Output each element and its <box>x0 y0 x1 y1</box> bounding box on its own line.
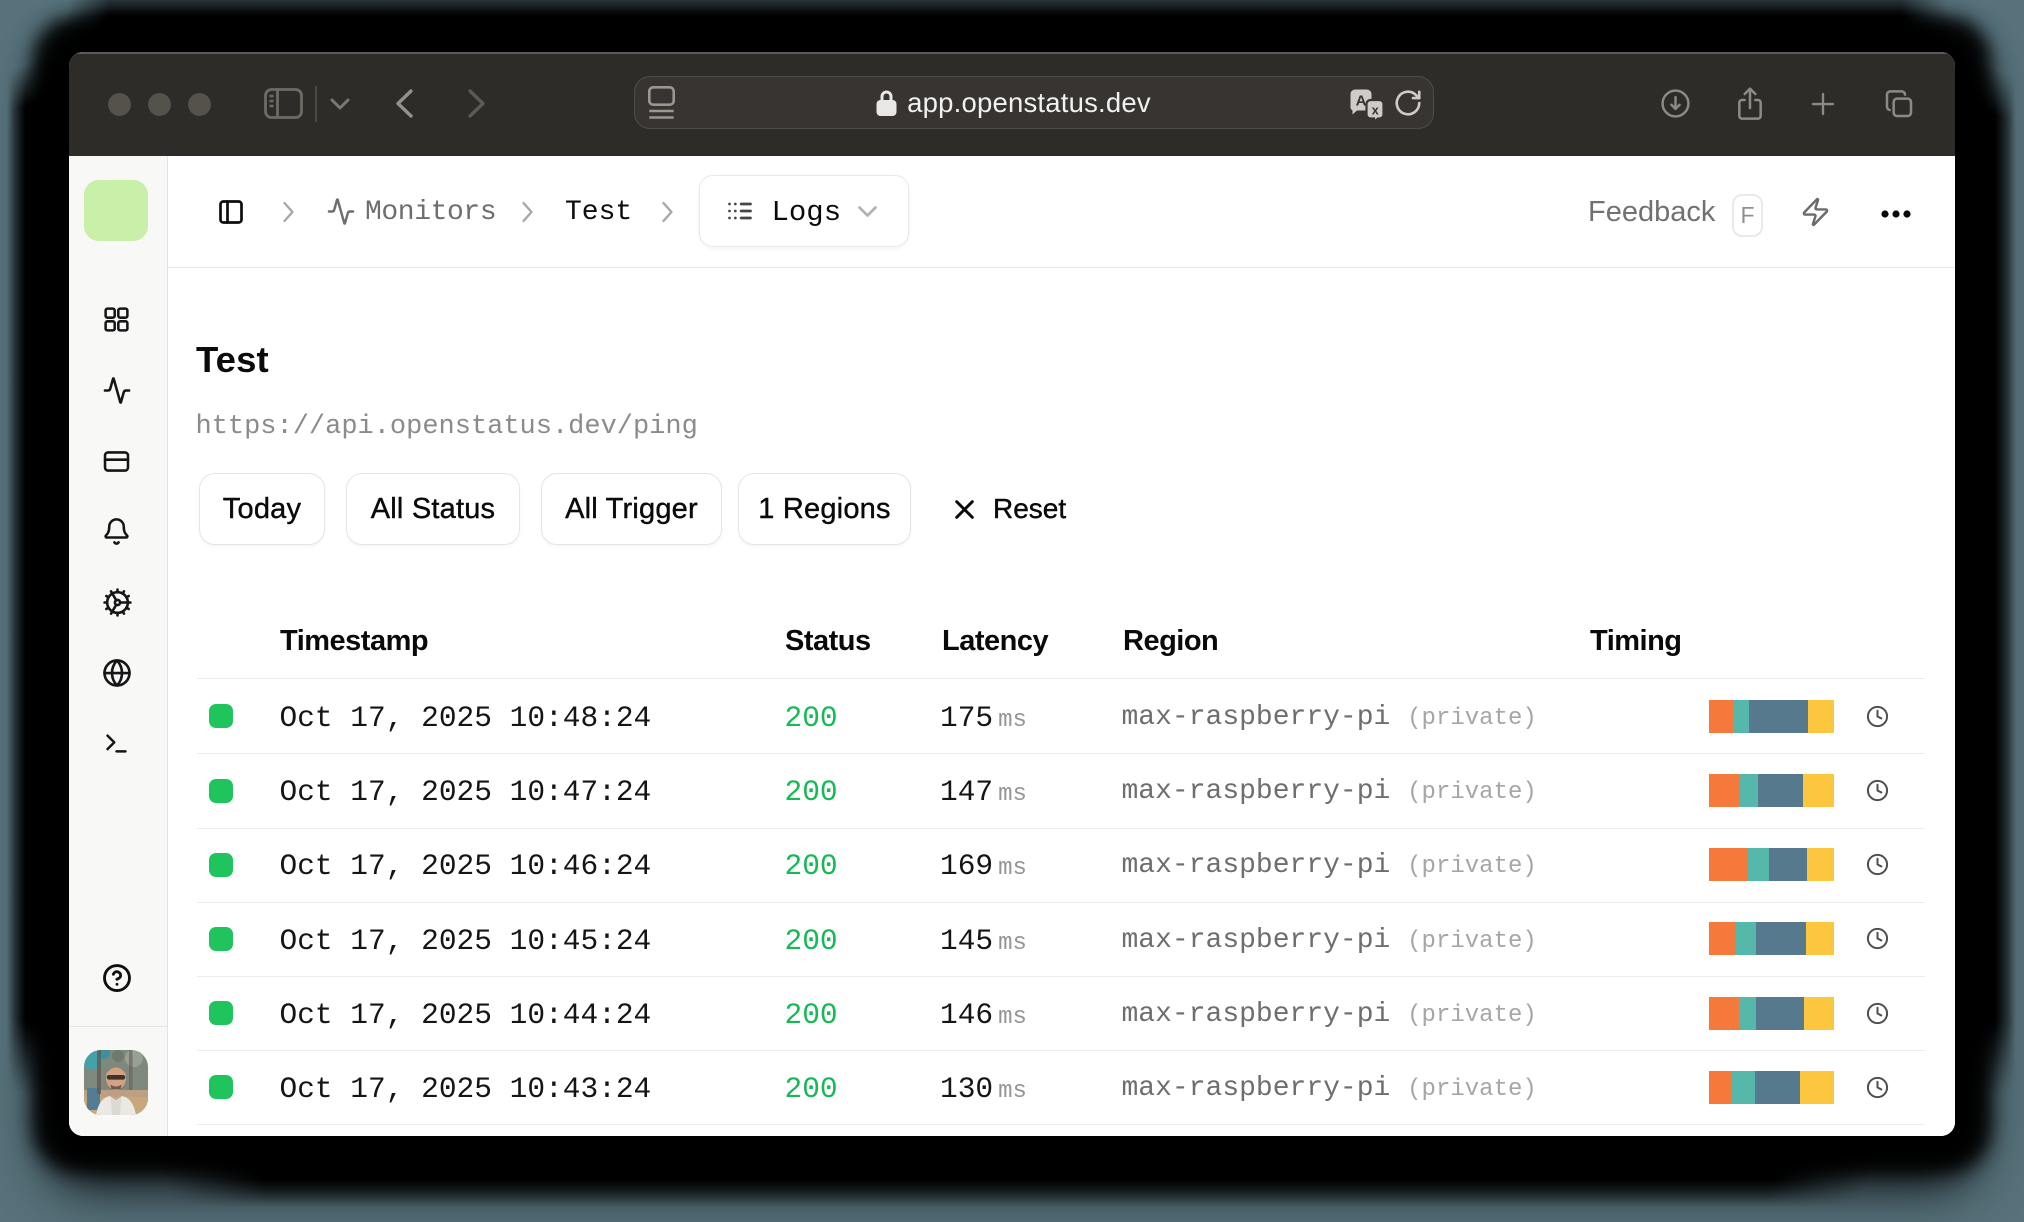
svg-text:A: A <box>1356 93 1367 110</box>
svg-text:x: x <box>1372 103 1380 118</box>
